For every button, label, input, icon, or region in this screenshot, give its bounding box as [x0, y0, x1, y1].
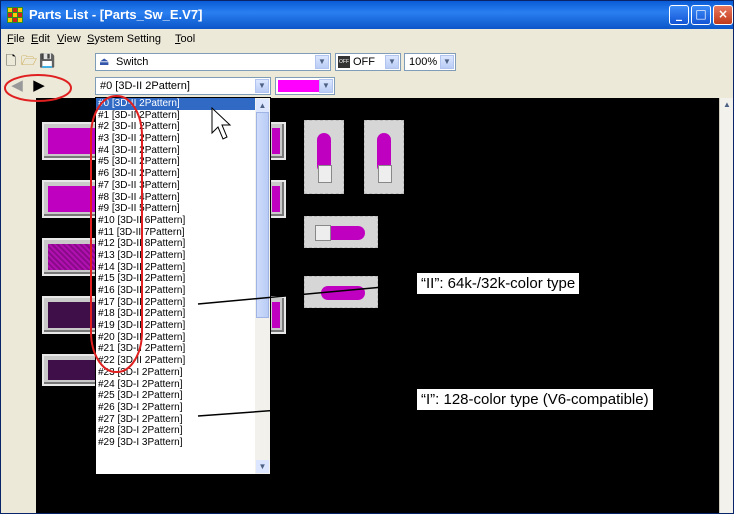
- pattern-list-item[interactable]: #24 [3D-I 2Pattern]: [96, 379, 255, 391]
- menu-system-setting[interactable]: System Setting: [87, 33, 161, 45]
- pattern-combo[interactable]: #0 [3D-II 2Pattern] ▼: [95, 77, 271, 95]
- minimize-button[interactable]: _: [669, 5, 689, 25]
- pattern-list-item[interactable]: #26 [3D-I 2Pattern]: [96, 402, 255, 414]
- chevron-down-icon: ▼: [319, 79, 333, 93]
- chevron-down-icon: ▼: [385, 55, 399, 69]
- pattern-list-item[interactable]: #13 [3D-II 2Pattern]: [96, 250, 255, 262]
- pattern-list-item[interactable]: #23 [3D-I 2Pattern]: [96, 367, 255, 379]
- slide-switch-part[interactable]: [304, 216, 378, 248]
- back-arrow-icon[interactable]: ◀: [9, 77, 25, 93]
- toolbar: 🗋 🗁 💾 Switch ⏏ ▼ OFF OFF ▼ 100% ▼: [1, 51, 733, 73]
- pattern-list-item[interactable]: #28 [3D-I 2Pattern]: [96, 425, 255, 437]
- pattern-list-item[interactable]: #5 [3D-II 2Pattern]: [96, 156, 255, 168]
- pattern-dropdown-list[interactable]: #0 [3D-II 2Pattern] #1 [3D-II 2Pattern] #2…: [95, 97, 271, 475]
- switch-icon: ⏏: [99, 56, 110, 68]
- zoom-value: 100%: [409, 56, 438, 68]
- maximize-button[interactable]: □: [691, 5, 711, 25]
- chevron-down-icon: ▼: [255, 79, 269, 93]
- pattern-list-item[interactable]: #22 [3D-II 2Pattern]: [96, 355, 255, 367]
- zoom-combo[interactable]: 100% ▼: [404, 53, 456, 71]
- pattern-list-item[interactable]: #16 [3D-II 2Pattern]: [96, 285, 255, 297]
- state-value: OFF: [353, 56, 375, 68]
- save-icon[interactable]: 💾: [39, 54, 55, 70]
- pattern-list-item[interactable]: #21 [3D-II 2Pattern]: [96, 343, 255, 355]
- minimize-icon: _: [676, 7, 682, 21]
- new-file-icon[interactable]: 🗋: [3, 54, 19, 70]
- pattern-list-item[interactable]: #0 [3D-II 2Pattern]: [96, 98, 255, 110]
- dropdown-scrollbar[interactable]: ▲ ▼: [255, 98, 270, 474]
- pattern-list-item[interactable]: #8 [3D-II 4Pattern]: [96, 192, 255, 204]
- color-combo[interactable]: ▼: [275, 77, 335, 95]
- part-type-value: Switch: [116, 56, 149, 68]
- close-icon: ×: [717, 7, 729, 21]
- pattern-list-item[interactable]: #20 [3D-II 2Pattern]: [96, 332, 255, 344]
- open-folder-icon[interactable]: 🗁: [21, 54, 37, 70]
- pattern-list-item[interactable]: #2 [3D-II 2Pattern]: [96, 121, 255, 133]
- part-type-combo[interactable]: Switch ⏏ ▼: [95, 53, 331, 71]
- scroll-thumb[interactable]: [256, 112, 269, 318]
- app-icon: [7, 7, 23, 23]
- callout-i: “I”: 128-color type (V6-compatible): [416, 388, 654, 411]
- off-state-icon: OFF: [338, 56, 350, 68]
- pattern-list-item[interactable]: #18 [3D-II 2Pattern]: [96, 308, 255, 320]
- color-swatch: [278, 80, 320, 92]
- parts-list-window: Parts List - [Parts_Sw_E.V7] _ □ × File …: [0, 0, 734, 514]
- pattern-list-item[interactable]: #19 [3D-II 2Pattern]: [96, 320, 255, 332]
- slide-switch-part[interactable]: [304, 276, 378, 308]
- state-combo[interactable]: OFF OFF ▼: [335, 53, 401, 71]
- pattern-list-item[interactable]: #12 [3D-II 8Pattern]: [96, 238, 255, 250]
- pattern-list-item[interactable]: #25 [3D-I 2Pattern]: [96, 390, 255, 402]
- pattern-list-item[interactable]: #4 [3D-II 2Pattern]: [96, 145, 255, 157]
- pattern-list-item[interactable]: #15 [3D-II 2Pattern]: [96, 273, 255, 285]
- pattern-list-item[interactable]: #11 [3D-II 7Pattern]: [96, 227, 255, 239]
- close-button[interactable]: ×: [713, 5, 733, 25]
- canvas-scrollbar[interactable]: ▲: [719, 98, 733, 513]
- pattern-list-item[interactable]: #1 [3D-II 2Pattern]: [96, 110, 255, 122]
- pattern-list-item[interactable]: #9 [3D-II 5Pattern]: [96, 203, 255, 215]
- menu-tool[interactable]: Tool: [175, 33, 195, 45]
- callout-ii: “II”: 64k-/32k-color type: [416, 272, 581, 295]
- maximize-icon: □: [695, 7, 707, 21]
- menu-bar: File Edit View System Setting Tool: [1, 29, 733, 50]
- pattern-list-item[interactable]: #17 [3D-II 2Pattern]: [96, 297, 255, 309]
- pattern-list-item[interactable]: #7 [3D-II 3Pattern]: [96, 180, 255, 192]
- forward-arrow-icon[interactable]: ▶: [31, 77, 47, 93]
- chevron-down-icon: ▼: [440, 55, 454, 69]
- chevron-down-icon: ▼: [315, 55, 329, 69]
- nav-bar: ◀ ▶ #0 [3D-II 2Pattern] ▼ ▼: [1, 75, 733, 97]
- scroll-down-icon[interactable]: ▼: [256, 460, 269, 473]
- pattern-list-item[interactable]: #10 [3D-II 6Pattern]: [96, 215, 255, 227]
- menu-file[interactable]: File: [7, 33, 25, 45]
- slide-switch-part[interactable]: [304, 120, 344, 194]
- pattern-list-item[interactable]: #6 [3D-II 2Pattern]: [96, 168, 255, 180]
- pattern-list-item[interactable]: #3 [3D-II 2Pattern]: [96, 133, 255, 145]
- window-title: Parts List - [Parts_Sw_E.V7]: [29, 7, 203, 22]
- pattern-list: #0 [3D-II 2Pattern] #1 [3D-II 2Pattern] #2…: [96, 98, 255, 449]
- left-margin: [1, 98, 36, 513]
- pattern-list-item[interactable]: #29 [3D-I 3Pattern]: [96, 437, 255, 449]
- slide-switch-part[interactable]: [364, 120, 404, 194]
- scroll-up-icon: ▲: [723, 100, 731, 109]
- scroll-up-icon[interactable]: ▲: [256, 99, 269, 112]
- title-bar: Parts List - [Parts_Sw_E.V7] _ □ ×: [1, 1, 733, 29]
- pattern-list-item[interactable]: #27 [3D-I 2Pattern]: [96, 414, 255, 426]
- menu-view[interactable]: View: [57, 33, 81, 45]
- pattern-list-item[interactable]: #14 [3D-II 2Pattern]: [96, 262, 255, 274]
- pattern-combo-value: #0 [3D-II 2Pattern]: [100, 80, 190, 92]
- menu-edit[interactable]: Edit: [31, 33, 50, 45]
